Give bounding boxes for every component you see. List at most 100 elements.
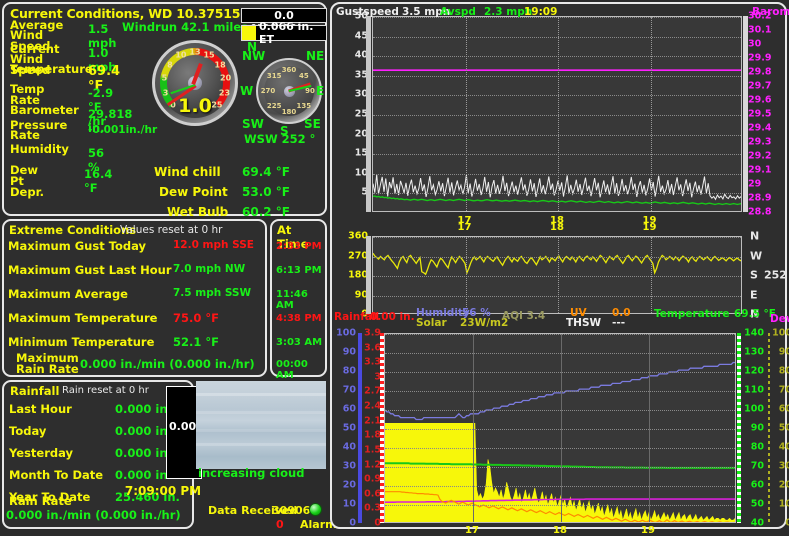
y-axis-tick-rain: 2.4: [364, 400, 381, 412]
y-axis-tick-rain: 3.3: [364, 356, 381, 368]
row-label: Yesterday: [9, 446, 74, 460]
row-label: Dew Point: [159, 185, 228, 199]
axis-bar: [366, 16, 371, 212]
at-time-panel: At Time 2:33 PM 6:13 PM 11:46 AM 4:38 PM…: [270, 219, 327, 381]
chart-header-item: 19:09: [524, 6, 558, 18]
gridline: [373, 173, 741, 175]
row-value: 7.0 mph NW: [173, 263, 246, 275]
chart-header-item: Temperature: [654, 308, 730, 320]
y-axis-tick-right: 28.8: [748, 206, 772, 218]
y-axis-tick-humidity: 30: [342, 460, 356, 472]
gridline: [649, 334, 650, 522]
y-axis-tick-temp: 130: [744, 346, 764, 358]
compass-label-sw: SW: [242, 117, 264, 131]
y-axis-tick-temp: 40: [750, 517, 764, 529]
gridline: [385, 334, 735, 335]
gridline: [473, 334, 474, 522]
current-conditions-panel: Current Conditions, WD 10.375152 Average…: [2, 2, 327, 219]
compass-tick-label: 360: [281, 66, 297, 74]
chart-header-item: ---: [612, 317, 626, 329]
y-axis-tick-right: 29.5: [748, 108, 772, 120]
y-axis-tick-left: 5: [361, 186, 368, 198]
row-label: Maximum Average: [8, 287, 128, 301]
y-axis-tick-humidity: 90: [342, 346, 356, 358]
gauge-tick-label: 3: [162, 88, 169, 98]
y-axis-tick-humidity: 40: [342, 441, 356, 453]
y-axis-tick-uv: 10: [778, 498, 789, 510]
axis-bar: [380, 333, 384, 523]
y-axis-tick-temp: 140: [744, 327, 764, 339]
y-axis-tick-humidity: 20: [342, 479, 356, 491]
row-label2: Rain Rate: [16, 362, 79, 376]
wind-speed-gauge-value: 1.0: [178, 95, 212, 117]
table-row: Maximum Temperature 75.0 °F: [8, 311, 266, 325]
axis-bar: [366, 236, 371, 314]
axis-bar: [358, 333, 362, 523]
row-label: Maximum Gust Last Hour: [8, 263, 172, 277]
x-axis-tick: 18: [550, 222, 564, 233]
y-axis-tick-right: 29.2: [748, 150, 772, 162]
et-value: 0.066 in. ET: [259, 20, 314, 46]
y-axis-tick-rain: 0.9: [364, 473, 381, 485]
row-label: Dew Pt Depr.: [10, 163, 44, 199]
chart-header-item: Dew Point: [770, 313, 789, 325]
gridline: [650, 237, 652, 313]
y-axis-tick-temp: 110: [744, 384, 764, 396]
y-axis-tick-left: 15: [354, 147, 368, 159]
y-axis-tick-rain: 0: [374, 517, 381, 529]
gridline: [373, 115, 741, 116]
y-axis-tick-right: 30.1: [748, 24, 772, 36]
y-axis-tick-humidity: 100: [336, 327, 356, 339]
row-value: 53.0 °F: [242, 185, 290, 199]
gauge-tick-label: 8: [167, 60, 173, 70]
y-axis-tick-temp: 80: [750, 441, 764, 453]
gauge-tick-label: 15: [203, 50, 215, 60]
wind-direction-compass: 360 45 90 135 180 225 270 315: [256, 58, 322, 124]
y-axis-tick-humidity: 0: [349, 517, 356, 529]
charts-panel: 5 10 15 20 25 30 35 40 45 50 28.8 28.9 29 29.1 29.2 29.…: [330, 2, 789, 536]
chart-header-item: THSW: [566, 317, 602, 329]
y-axis-tick-uv: 100: [772, 327, 789, 339]
y-axis-tick-rain: 1.2: [364, 459, 381, 471]
gridline: [561, 334, 562, 522]
gridline: [465, 237, 467, 313]
y-axis-tick-left: 35: [354, 69, 368, 81]
chart-wind-direction: [372, 236, 742, 314]
gridline: [373, 276, 741, 277]
compass-label-ne: NE: [306, 49, 325, 63]
row-label: Minimum Temperature: [8, 335, 155, 349]
gridline: [373, 36, 741, 38]
row-value: 0.000 in.: [115, 468, 172, 482]
y-axis-tick-rain: 3.9: [364, 327, 381, 339]
chart-header-conditions: Rainfall 0.00 in. Humidity 56 % Solar 23W/m2 A…: [334, 307, 789, 331]
y-axis-tick-left: 20: [354, 128, 368, 140]
y-axis-tick-rain: 2.1: [364, 415, 381, 427]
table-row: Maximum Gust Last Hour 7.0 mph NW: [8, 263, 266, 277]
sky-camera-image: [196, 381, 326, 469]
y-axis-tick-temp: 50: [750, 498, 764, 510]
x-axis-tick: 17: [457, 222, 472, 233]
y-axis-tick: 180: [348, 269, 368, 281]
compass-label-se: SE: [304, 117, 321, 131]
y-axis-tick-uv: 0: [785, 517, 789, 529]
gridline: [385, 448, 735, 449]
y-axis-tick-temp: 100: [744, 403, 764, 415]
row-label: Today: [9, 424, 47, 438]
gauge-tick-label: 18: [214, 60, 226, 70]
y-axis-tick-right: 29.3: [748, 136, 772, 148]
compass-label-w: W: [240, 84, 254, 98]
gridline: [385, 467, 735, 468]
y-axis-tick: 360: [348, 230, 368, 242]
row-value: 69.4 °F: [242, 165, 290, 179]
compass-tick-label: 270: [260, 87, 276, 95]
row-label2: Rate: [10, 128, 40, 142]
wind-speed-gauge: 1.0 0 3 5 8 10 13 15 18 20 23 25: [152, 40, 238, 126]
at-time-value: 4:38 PM: [276, 313, 322, 324]
compass-tick-label: 225: [266, 101, 282, 110]
y-axis-tick-uv: 70: [778, 384, 789, 396]
chart-header-item: AQI 3.4: [502, 310, 546, 322]
compass-tick-label: 315: [266, 72, 282, 81]
row-value: -0.001in./hr: [88, 124, 158, 136]
y-axis-tick-left: 10: [354, 167, 368, 179]
y-axis-tick-temp: 90: [750, 422, 764, 434]
